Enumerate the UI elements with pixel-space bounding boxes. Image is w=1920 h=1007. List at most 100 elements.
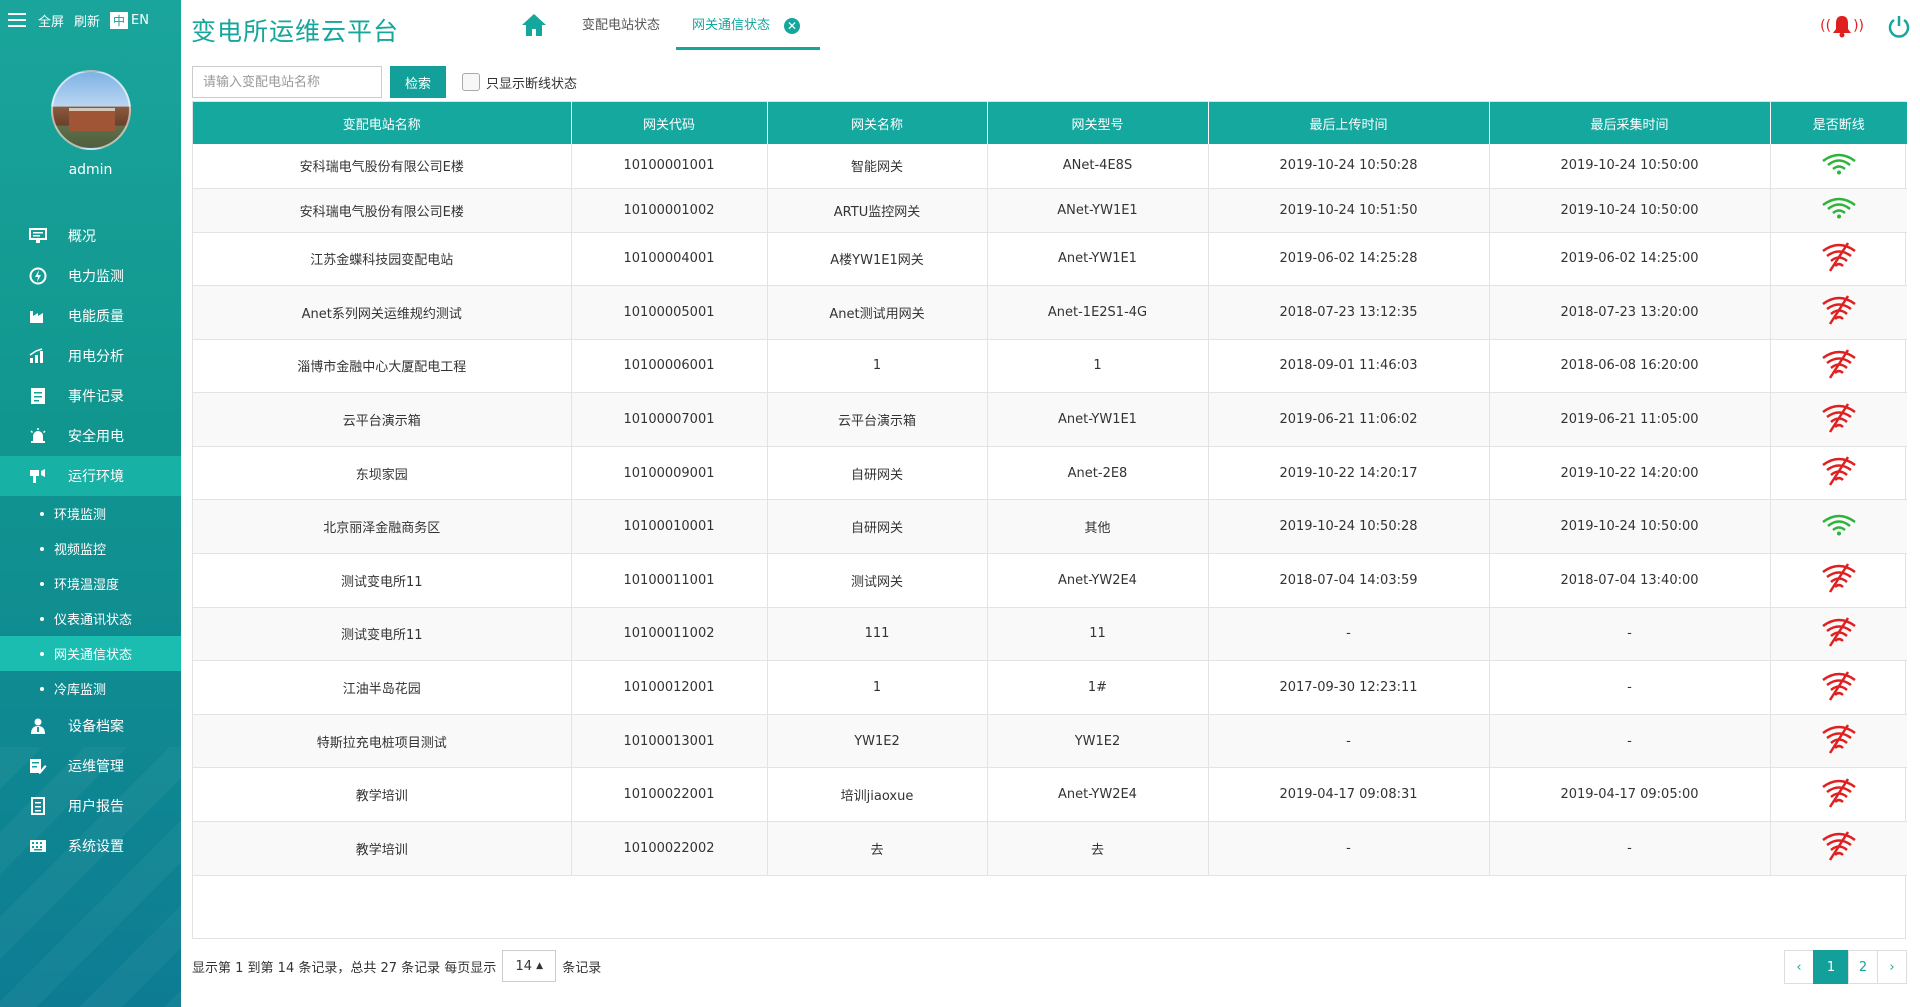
- pagination-info-suffix: 条记录: [562, 960, 602, 976]
- table-row[interactable]: 安科瑞电气股份有限公司E楼 10100001001 智能网关 ANet-4E8S 201…: [193, 144, 1907, 189]
- last-upload-cell: 2018-09-01 11:46:03: [1208, 339, 1490, 394]
- gateway-code-cell: 10100010001: [571, 499, 768, 555]
- station-name-cell: 北京丽泽金融商务区: [193, 499, 572, 555]
- fullscreen-button[interactable]: 全屏: [38, 11, 64, 30]
- table-row[interactable]: 江苏金蝶科技园变配电站 10100004001 A楼YW1E1网关 Anet-YW1E…: [193, 232, 1907, 287]
- column-header[interactable]: 变配电站名称: [193, 102, 572, 144]
- column-header[interactable]: 网关代码: [571, 102, 768, 144]
- table-row[interactable]: Anet系列网关运维规约测试 10100005001 Anet测试用网关 Anet-1…: [193, 285, 1907, 340]
- sidebar-subitem-video[interactable]: 视频监控: [0, 531, 181, 566]
- table-row[interactable]: 测试变电所11 10100011001 测试网关 Anet-YW2E4 2018-07-…: [193, 553, 1907, 608]
- sidebar-item-power-monitor[interactable]: 电力监测: [0, 256, 181, 296]
- disconnect-status-cell: [1770, 660, 1907, 715]
- column-header[interactable]: 网关名称: [767, 102, 988, 144]
- disconnect-status-cell: [1770, 767, 1907, 823]
- table-row[interactable]: 东坝家园 10100009001 自研网关 Anet-2E8 2019-10-22 14…: [193, 446, 1907, 501]
- sidebar-subitem-meter-comm[interactable]: 仪表通讯状态: [0, 601, 181, 636]
- gateway-model-cell: 其他: [987, 499, 1209, 555]
- gateway-model-cell: Anet-YW2E4: [987, 767, 1209, 823]
- gateway-name-cell: 测试网关: [767, 553, 988, 608]
- sidebar-item-event-log[interactable]: 事件记录: [0, 376, 181, 416]
- gateway-code-cell: 10100022002: [571, 821, 768, 876]
- gateway-code-cell: 10100011002: [571, 607, 768, 662]
- sidebar-item-environment[interactable]: 运行环境: [0, 456, 181, 496]
- table-row[interactable]: 特斯拉充电桩项目测试 10100013001 YW1E2 YW1E2- -: [193, 714, 1907, 769]
- sidebar-item-label: 系统设置: [68, 839, 124, 855]
- page-size-select[interactable]: 14 ▲: [502, 950, 557, 982]
- sidebar-item-system-settings[interactable]: 系统设置: [0, 826, 181, 866]
- header: 变电所运维云平台 变配电站状态 网关通信状态 ✕ (( )): [181, 0, 1920, 52]
- gateway-model-cell: Anet-YW1E1: [987, 392, 1209, 447]
- sidebar-subitem-temp-humidity[interactable]: 环境温湿度: [0, 566, 181, 601]
- gateway-name-cell: Anet测试用网关: [767, 285, 988, 340]
- tab-gateway-comm-status[interactable]: 网关通信状态 ✕: [676, 14, 820, 50]
- gateway-model-cell: Anet-YW2E4: [987, 553, 1209, 608]
- table-row[interactable]: 安科瑞电气股份有限公司E楼 10100001002 ARTU监控网关 ANet-YW1…: [193, 188, 1907, 233]
- column-header[interactable]: 是否断线: [1770, 102, 1907, 144]
- lang-en-button[interactable]: EN: [131, 13, 149, 28]
- last-upload-cell: -: [1208, 714, 1490, 769]
- column-header[interactable]: 最后上传时间: [1208, 102, 1490, 144]
- last-upload-cell: 2018-07-23 13:12:35: [1208, 285, 1490, 340]
- lang-zh-button[interactable]: 中: [110, 11, 129, 29]
- avatar[interactable]: [50, 70, 131, 150]
- table-row[interactable]: 淄博市金融中心大厦配电工程 10100006001 1 1 2018-09-01 11:…: [193, 339, 1907, 394]
- column-header[interactable]: 网关型号: [987, 102, 1209, 144]
- last-collect-cell: 2018-07-04 13:40:00: [1489, 553, 1771, 608]
- checkbox-box[interactable]: [462, 73, 480, 91]
- station-name-cell: 安科瑞电气股份有限公司E楼: [193, 144, 572, 189]
- last-upload-cell: -: [1208, 607, 1490, 662]
- bell-icon: [1833, 16, 1852, 38]
- sidebar-item-usage-analysis[interactable]: 用电分析: [0, 336, 181, 376]
- sidebar-subitem-cold-storage[interactable]: 冷库监测: [0, 671, 181, 706]
- gateway-model-cell: 1#: [987, 660, 1209, 715]
- sidebar-item-label: 安全用电: [68, 429, 124, 445]
- table-row[interactable]: 云平台演示箱 10100007001 云平台演示箱 Anet-YW1E1 2019-06…: [193, 392, 1907, 447]
- alarm-bell-button[interactable]: (( )): [1820, 14, 1864, 38]
- last-collect-cell: -: [1489, 821, 1771, 876]
- sidebar-subitem-gateway-comm[interactable]: 网关通信状态: [0, 636, 181, 671]
- tab-substation-status[interactable]: 变配电站状态: [571, 14, 671, 50]
- table-row[interactable]: 教学培训 10100022001 培训jiaoxue Anet-YW2E4 2019-0…: [193, 767, 1907, 823]
- station-name-cell: 云平台演示箱: [193, 392, 572, 447]
- sidebar-item-safety[interactable]: 安全用电: [0, 416, 181, 456]
- gateway-code-cell: 10100001001: [571, 144, 768, 189]
- sidebar-item-power-quality[interactable]: 电能质量: [0, 296, 181, 336]
- table-row[interactable]: 北京丽泽金融商务区 10100010001 自研网关 其他 2019-10-24 10:…: [193, 499, 1907, 555]
- power-icon[interactable]: [1886, 14, 1912, 44]
- sidebar-item-device-archive[interactable]: 设备档案: [0, 706, 181, 746]
- gateway-name-cell: 培训jiaoxue: [767, 767, 988, 823]
- next-page-button[interactable]: ›: [1877, 950, 1907, 984]
- hamburger-menu-icon[interactable]: [8, 13, 26, 27]
- close-icon[interactable]: ✕: [784, 17, 801, 34]
- wifi-offline-icon: [1821, 402, 1857, 438]
- page-2-button[interactable]: 2: [1848, 950, 1878, 984]
- search-button[interactable]: 检索: [390, 66, 446, 98]
- home-icon[interactable]: [520, 12, 548, 42]
- offline-only-checkbox[interactable]: 只显示断线状态: [462, 73, 577, 92]
- sidebar-item-maintenance[interactable]: 运维管理: [0, 746, 181, 786]
- wifi-offline-icon: [1821, 777, 1857, 813]
- refresh-button[interactable]: 刷新: [74, 11, 100, 30]
- table-header-row: 变配电站名称 网关代码 网关名称 网关型号 最后上传时间 最后采集时间 是否断线: [193, 102, 1907, 144]
- last-upload-cell: 2019-04-17 09:08:31: [1208, 767, 1490, 823]
- station-name-cell: 淄博市金融中心大厦配电工程: [193, 339, 572, 394]
- gateway-code-cell: 10100005001: [571, 285, 768, 340]
- sidebar-item-overview[interactable]: 概况: [0, 216, 181, 256]
- app-title: 变电所运维云平台: [191, 17, 400, 46]
- table-row[interactable]: 江油半岛花园 10100012001 1 1# 2017-09-30 12:23:11-: [193, 660, 1907, 715]
- station-name-cell: 特斯拉充电桩项目测试: [193, 714, 572, 769]
- bullet-icon: [40, 511, 44, 516]
- search-input[interactable]: [192, 66, 382, 98]
- sidebar-item-user-report[interactable]: 用户报告: [0, 786, 181, 826]
- table-row[interactable]: 教学培训 10100022002 去去 - -: [193, 821, 1907, 876]
- column-header[interactable]: 最后采集时间: [1489, 102, 1771, 144]
- gateway-model-cell: Anet-1E2S1-4G: [987, 285, 1209, 340]
- sidebar-subitem-env-monitor[interactable]: 环境监测: [0, 496, 181, 531]
- station-name-cell: 教学培训: [193, 821, 572, 876]
- page-1-button[interactable]: 1: [1813, 950, 1849, 984]
- gateway-name-cell: YW1E2: [767, 714, 988, 769]
- prev-page-button[interactable]: ‹: [1784, 950, 1814, 984]
- table-row[interactable]: 测试变电所11 10100011002 111 11- -: [193, 607, 1907, 662]
- station-name-cell: 江苏金蝶科技园变配电站: [193, 232, 572, 287]
